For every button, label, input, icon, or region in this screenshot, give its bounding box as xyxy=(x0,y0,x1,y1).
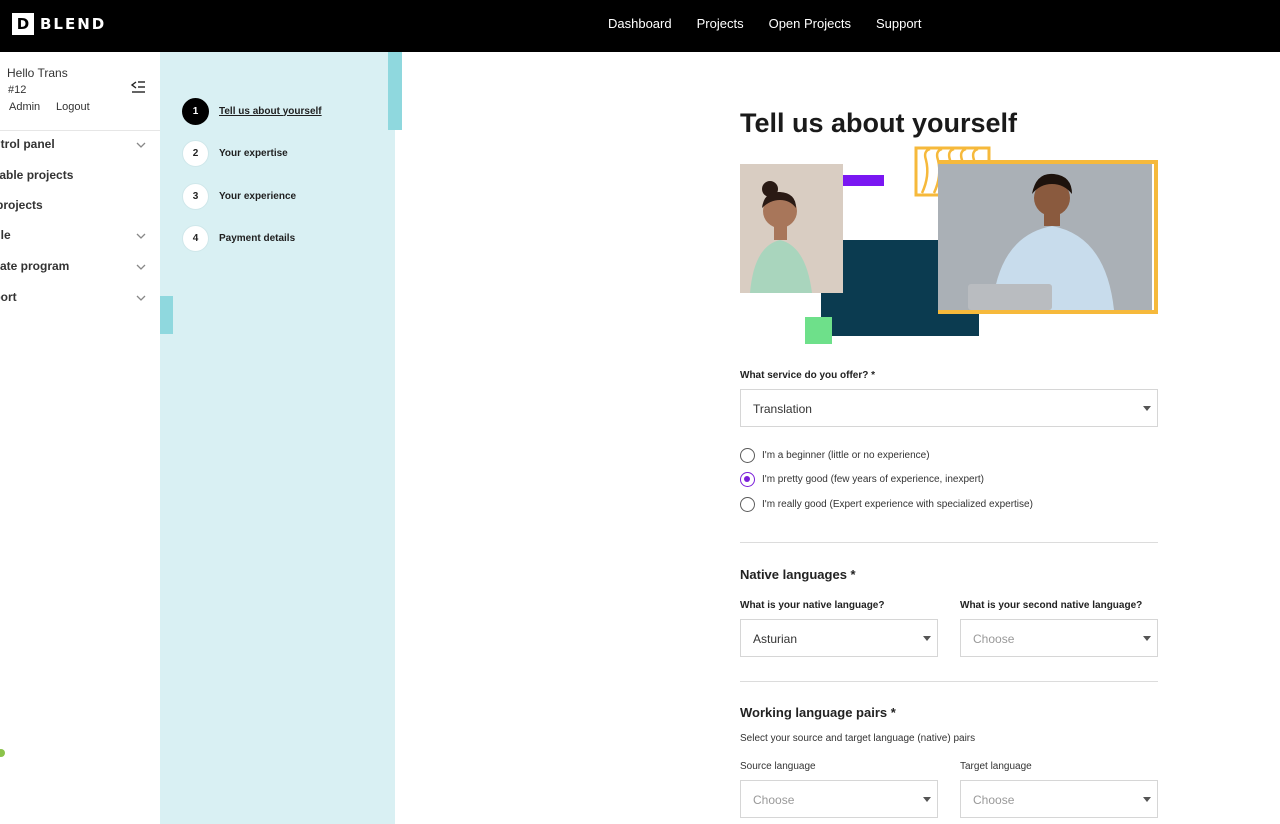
step-label: Your experience xyxy=(219,190,297,202)
step-number: 1 xyxy=(182,97,209,125)
target-language-placeholder: Choose xyxy=(973,793,1015,807)
user-id: #12 xyxy=(8,84,27,96)
section-divider xyxy=(740,681,1158,682)
step-3[interactable]: 3 Your experience xyxy=(182,182,296,210)
chevron-down-icon xyxy=(136,264,146,270)
step-number: 4 xyxy=(182,224,209,252)
chevron-down-icon xyxy=(136,233,146,239)
chevron-down-icon xyxy=(136,142,146,148)
sidebar-edge-tab[interactable] xyxy=(160,296,173,334)
nav-support[interactable]: Support xyxy=(876,16,922,31)
top-navbar: D BLEND Dashboard Projects Open Projects… xyxy=(0,0,1280,52)
status-dot xyxy=(0,749,5,757)
sidebar-item-label: y projects xyxy=(0,198,43,212)
step-number: 3 xyxy=(182,182,209,210)
sidebar-item-label: ailable projects xyxy=(0,168,74,182)
native-languages-title: Native languages * xyxy=(740,567,856,582)
hero-illustration xyxy=(740,146,1158,344)
collapse-sidebar-icon[interactable] xyxy=(130,80,146,94)
radio-label: I'm a beginner (little or no experience) xyxy=(762,449,930,461)
service-select-value: Translation xyxy=(753,402,812,416)
caret-down-icon xyxy=(1143,797,1151,802)
photo-man xyxy=(938,164,1152,310)
source-language-placeholder: Choose xyxy=(753,793,795,807)
radio-circle xyxy=(740,496,755,512)
logo-mark: D xyxy=(12,13,34,35)
logo-wordmark: BLEND xyxy=(40,15,107,33)
nav-open-projects[interactable]: Open Projects xyxy=(769,16,851,31)
target-language-select[interactable]: Choose xyxy=(960,780,1158,818)
step-1[interactable]: 1 Tell us about yourself xyxy=(182,97,322,125)
caret-down-icon xyxy=(1143,406,1151,411)
nav-dashboard[interactable]: Dashboard xyxy=(608,16,672,31)
sidebar-item-available-projects[interactable]: ailable projects xyxy=(0,165,160,187)
second-native-language-label: What is your second native language? xyxy=(960,600,1143,611)
target-language-label: Target language xyxy=(960,761,1032,772)
sidebar-item-affiliate-program[interactable]: filiate program xyxy=(0,256,160,278)
top-nav-links: Dashboard Projects Open Projects Support xyxy=(608,16,922,31)
radio-circle xyxy=(740,471,755,487)
source-language-label: Source language xyxy=(740,761,816,772)
collage-green-square xyxy=(805,317,832,344)
brand-logo[interactable]: D BLEND xyxy=(12,13,106,35)
second-native-language-placeholder: Choose xyxy=(973,632,1015,646)
sidebar-item-label: ontrol panel xyxy=(0,137,55,151)
language-pairs-hint: Select your source and target language (… xyxy=(740,733,976,744)
sidebar-item-label: ofile xyxy=(0,228,11,242)
step-2[interactable]: 2 Your expertise xyxy=(182,139,288,167)
radio-label: I'm really good (Expert experience with … xyxy=(762,498,1033,510)
step-label: Payment details xyxy=(219,232,296,244)
level-radio-pretty-good[interactable]: I'm pretty good (few years of experience… xyxy=(740,471,984,487)
level-radio-beginner[interactable]: I'm a beginner (little or no experience) xyxy=(740,447,930,463)
native-language-value: Asturian xyxy=(753,632,798,646)
admin-link[interactable]: Admin xyxy=(9,101,40,113)
logout-link[interactable]: Logout xyxy=(56,101,90,113)
second-native-language-select[interactable]: Choose xyxy=(960,619,1158,657)
sidebar-divider xyxy=(0,130,160,131)
caret-down-icon xyxy=(923,636,931,641)
radio-label: I'm pretty good (few years of experience… xyxy=(762,473,985,485)
native-language-label: What is your native language? xyxy=(740,600,885,611)
steps-scroll-indicator xyxy=(388,52,402,130)
step-4[interactable]: 4 Payment details xyxy=(182,224,295,252)
section-divider xyxy=(740,542,1158,543)
source-language-select[interactable]: Choose xyxy=(740,780,938,818)
sidebar-item-profile[interactable]: ofile xyxy=(0,225,160,247)
steps-panel xyxy=(160,52,395,824)
native-language-select[interactable]: Asturian xyxy=(740,619,938,657)
sidebar-item-label: pport xyxy=(0,290,17,304)
step-label: Tell us about yourself xyxy=(219,105,322,117)
step-label: Your expertise xyxy=(219,147,288,159)
language-pairs-title: Working language pairs * xyxy=(740,705,896,720)
caret-down-icon xyxy=(1143,636,1151,641)
step-number: 2 xyxy=(182,139,209,167)
chevron-down-icon xyxy=(136,295,146,301)
page-title: Tell us about yourself xyxy=(740,108,1018,138)
service-select[interactable]: Translation xyxy=(740,389,1158,427)
sidebar-item-control-panel[interactable]: ontrol panel xyxy=(0,134,160,156)
radio-circle xyxy=(740,447,755,463)
sidebar-item-support[interactable]: pport xyxy=(0,287,160,309)
nav-projects[interactable]: Projects xyxy=(697,16,744,31)
sidebar-item-my-projects[interactable]: y projects xyxy=(0,195,160,217)
service-label: What service do you offer? * xyxy=(740,370,876,381)
user-greeting: Hello Trans xyxy=(7,66,68,80)
photo-woman xyxy=(740,164,843,293)
sidebar: Hello Trans #12 Admin Logout ontrol pane… xyxy=(0,52,160,824)
caret-down-icon xyxy=(923,797,931,802)
level-radio-really-good[interactable]: I'm really good (Expert experience with … xyxy=(740,496,1033,512)
sidebar-item-label: filiate program xyxy=(0,259,70,273)
